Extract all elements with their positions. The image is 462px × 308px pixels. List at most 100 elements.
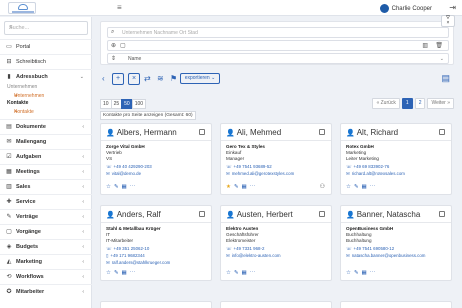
- star-filled-icon[interactable]: ★: [226, 184, 231, 190]
- sidebar-link-kontakte[interactable]: ✦ Kontakte: [0, 107, 92, 116]
- phone-link[interactable]: +49 7541 93689-52: [234, 164, 272, 169]
- select-checkbox[interactable]: [319, 211, 325, 217]
- table-icon[interactable]: ▦: [362, 184, 367, 190]
- sort-select[interactable]: ⇕ Name ⌄: [107, 53, 449, 64]
- star-icon[interactable]: ☆: [226, 270, 231, 276]
- edit-icon[interactable]: ✎: [234, 184, 239, 190]
- search-icon[interactable]: ⌕: [9, 24, 84, 32]
- more-icon[interactable]: ⋯: [250, 184, 256, 190]
- collapse-icon[interactable]: ‹: [102, 74, 105, 84]
- bookmark-icon[interactable]: ⚑: [170, 74, 177, 84]
- sidebar-item-service[interactable]: ✚ Service ‹: [0, 196, 92, 208]
- select-checkbox[interactable]: [199, 211, 205, 217]
- delete-button[interactable]: ×: [128, 73, 140, 85]
- contact-name[interactable]: Ali, Mehmed: [237, 128, 281, 137]
- contact-card[interactable]: 👤 Ali, Mehmed Gero Tex & Styles Einkauf M…: [220, 123, 332, 195]
- edit-icon[interactable]: ✎: [114, 270, 119, 276]
- table-icon[interactable]: ▦: [242, 270, 247, 276]
- contact-card[interactable]: 👤 Alt, Richard Rotex GmbH Marketing Leite…: [340, 123, 452, 195]
- sidebar-item-portal[interactable]: ▭ Portal: [0, 41, 92, 53]
- sidebar-item-marketing[interactable]: ◭ Marketing ‹: [0, 256, 92, 268]
- phone-link[interactable]: +49 7331 968-2: [234, 246, 265, 251]
- prev-page-button[interactable]: « Zurück: [372, 98, 400, 109]
- phone-link[interactable]: +49 69 833902-76: [354, 164, 390, 169]
- sidebar-item-dokumente[interactable]: ▤ Dokumente ‹: [0, 121, 92, 133]
- email-link[interactable]: natascha.banner@openbusiness.com: [352, 253, 426, 258]
- trash-icon[interactable]: 🗑: [435, 42, 443, 49]
- email-link[interactable]: info@elektro-austen.com: [232, 253, 281, 258]
- sidebar-item-vorgaenge[interactable]: ▢ Vorgänge ‹: [0, 226, 92, 238]
- add-person-icon[interactable]: ⚇: [320, 183, 325, 190]
- email-link[interactable]: vital@demo.de: [112, 171, 141, 176]
- app-logo[interactable]: [8, 2, 36, 14]
- contact-card-partial[interactable]: [100, 301, 212, 308]
- star-icon[interactable]: ☆: [346, 184, 351, 190]
- contact-card-partial[interactable]: [220, 301, 332, 308]
- contact-name[interactable]: Banner, Natascha: [357, 210, 421, 219]
- star-icon[interactable]: ☆: [106, 184, 111, 190]
- sidebar-item-mitarbeiter[interactable]: ✪ Mitarbeiter ‹: [0, 286, 92, 298]
- contact-name[interactable]: Alt, Richard: [357, 128, 398, 137]
- database-icon[interactable]: ▥: [422, 42, 428, 49]
- contact-card[interactable]: 👤 Austen, Herbert Elektro Austen Geschäft…: [220, 205, 332, 281]
- email-link[interactable]: ralf.anders@stahlkrueger.com: [112, 260, 171, 265]
- sidebar-item-mailengang[interactable]: ✉ Mailengang: [0, 136, 92, 148]
- contact-name[interactable]: Anders, Ralf: [117, 210, 161, 219]
- email-link[interactable]: richard.alt@rotexsales.com: [352, 171, 405, 176]
- contact-card[interactable]: 👤 Anders, Ralf Stahl & Metallbau Krüger I…: [100, 205, 212, 281]
- email-link[interactable]: mehmed.ali@gerotexstyles.com: [232, 171, 295, 176]
- page-1-button[interactable]: 1: [401, 98, 413, 109]
- sidebar-item-workflows[interactable]: ⟲ Workflows ‹: [0, 271, 92, 283]
- more-icon[interactable]: ⋯: [130, 270, 136, 276]
- filter-badge[interactable]: ⛛ ×: [441, 15, 455, 27]
- select-checkbox[interactable]: [199, 129, 205, 135]
- contact-card-partial[interactable]: [340, 301, 452, 308]
- sidebar-search-input[interactable]: Suche... ⌕: [4, 21, 88, 35]
- export-button[interactable]: exportieren ⌄: [180, 73, 220, 84]
- logout-icon[interactable]: ⇥: [449, 3, 456, 12]
- sidebar-item-schreibtisch[interactable]: ⊟ Schreibtisch: [0, 56, 92, 68]
- advanced-filter-row[interactable]: ⊕ ▢ ▥ 🗑: [107, 40, 449, 51]
- table-icon[interactable]: ▦: [242, 184, 247, 190]
- user-menu[interactable]: Charlie Cooper: [379, 3, 432, 14]
- sidebar-item-aufgaben[interactable]: ☑ Aufgaben ‹: [0, 151, 92, 163]
- add-contact-button[interactable]: +: [112, 73, 124, 85]
- select-checkbox[interactable]: [439, 211, 445, 217]
- hamburger-icon[interactable]: ≡: [117, 4, 122, 12]
- phone-link[interactable]: +49 7541 690580-12: [354, 246, 395, 251]
- next-page-button[interactable]: Weiter »: [427, 98, 454, 109]
- contact-card[interactable]: 👤 Albers, Hermann Zorge Vital GmbH Vertri…: [100, 123, 212, 195]
- list-view-icon[interactable]: ▤: [441, 73, 450, 84]
- edit-icon[interactable]: ✎: [354, 270, 359, 276]
- table-icon[interactable]: ▦: [362, 270, 367, 276]
- select-checkbox[interactable]: [439, 129, 445, 135]
- sidebar-item-adressbuch[interactable]: ▮ Adressbuch ⌄: [0, 71, 92, 83]
- checkbox-icon[interactable]: ▢: [120, 42, 126, 49]
- sidebar-item-meetings[interactable]: ▦ Meetings ‹: [0, 166, 92, 178]
- table-icon[interactable]: ▦: [122, 184, 127, 190]
- table-icon[interactable]: ▦: [122, 270, 127, 276]
- contact-card[interactable]: 👤 Banner, Natascha OpenBusiness GmbH Buch…: [340, 205, 452, 281]
- page-2-button[interactable]: 2: [414, 98, 426, 109]
- sidebar-item-budgets[interactable]: ◈ Budgets ‹: [0, 241, 92, 253]
- contact-name[interactable]: Austen, Herbert: [237, 210, 293, 219]
- edit-icon[interactable]: ✎: [354, 184, 359, 190]
- phone-link[interactable]: +49 40 429290-203: [114, 164, 152, 169]
- contact-name[interactable]: Albers, Hermann: [117, 128, 177, 137]
- more-icon[interactable]: ⋯: [130, 184, 136, 190]
- phone-link[interactable]: +49 351 25062-10: [114, 246, 150, 251]
- merge-icon[interactable]: ⇄: [144, 74, 151, 84]
- select-checkbox[interactable]: [319, 129, 325, 135]
- mobile-link[interactable]: +49 171 9682344: [110, 253, 144, 258]
- page-size-100[interactable]: 100: [131, 99, 147, 109]
- sidebar-item-vertraege[interactable]: ✎ Verträge ‹: [0, 211, 92, 223]
- more-icon[interactable]: ⋯: [370, 184, 376, 190]
- star-icon[interactable]: ☆: [346, 270, 351, 276]
- search-field[interactable]: ⌕ Unternehmen Nachname Ort Stad: [107, 27, 449, 38]
- sidebar-item-sales[interactable]: ▥ Sales ‹: [0, 181, 92, 193]
- star-icon[interactable]: ☆: [106, 270, 111, 276]
- more-icon[interactable]: ⋯: [250, 270, 256, 276]
- edit-icon[interactable]: ✎: [234, 270, 239, 276]
- layers-icon[interactable]: ≋: [157, 74, 164, 84]
- edit-icon[interactable]: ✎: [114, 184, 119, 190]
